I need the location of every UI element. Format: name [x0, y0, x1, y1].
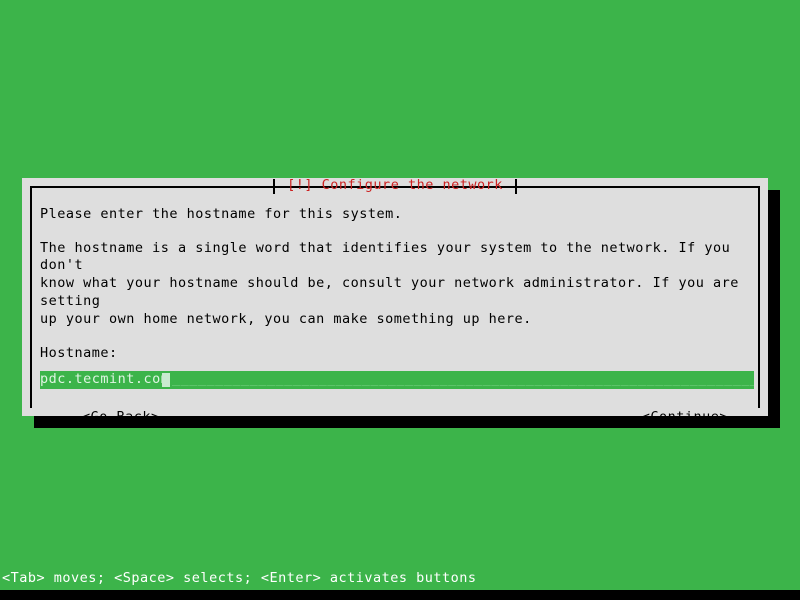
- title-rule-left: [30, 178, 276, 194]
- installer-screen: [!] Configure the network Please enter t…: [0, 0, 800, 600]
- go-back-button[interactable]: <Go Back>: [82, 409, 160, 425]
- title-rule-right: [514, 178, 761, 194]
- dialog-title-bar: [!] Configure the network: [30, 177, 761, 194]
- hostname-input-value: pdc.tecmint.com: [40, 370, 170, 387]
- hostname-label: Hostname:: [40, 345, 118, 362]
- hostname-input[interactable]: pdc.tecmint.com ________________________…: [40, 370, 754, 389]
- hostname-input-fill: ________________________________________…: [172, 372, 754, 387]
- dialog-body: Please enter the hostname for this syste…: [40, 206, 754, 427]
- intro-text: Please enter the hostname for this syste…: [40, 206, 403, 222]
- bottom-black-strip: [0, 590, 800, 600]
- dialog-title: [!] Configure the network: [287, 177, 503, 194]
- text-cursor: [162, 372, 170, 387]
- configure-network-dialog: [!] Configure the network Please enter t…: [22, 177, 768, 425]
- status-hint: <Tab> moves; <Space> selects; <Enter> ac…: [2, 570, 477, 586]
- continue-button[interactable]: <Continue>: [642, 409, 728, 425]
- dialog-button-row: <Go Back> <Continue>: [40, 409, 750, 427]
- hostname-input-row: pdc.tecmint.com ________________________…: [40, 370, 754, 389]
- detail-text: The hostname is a single word that ident…: [40, 239, 739, 328]
